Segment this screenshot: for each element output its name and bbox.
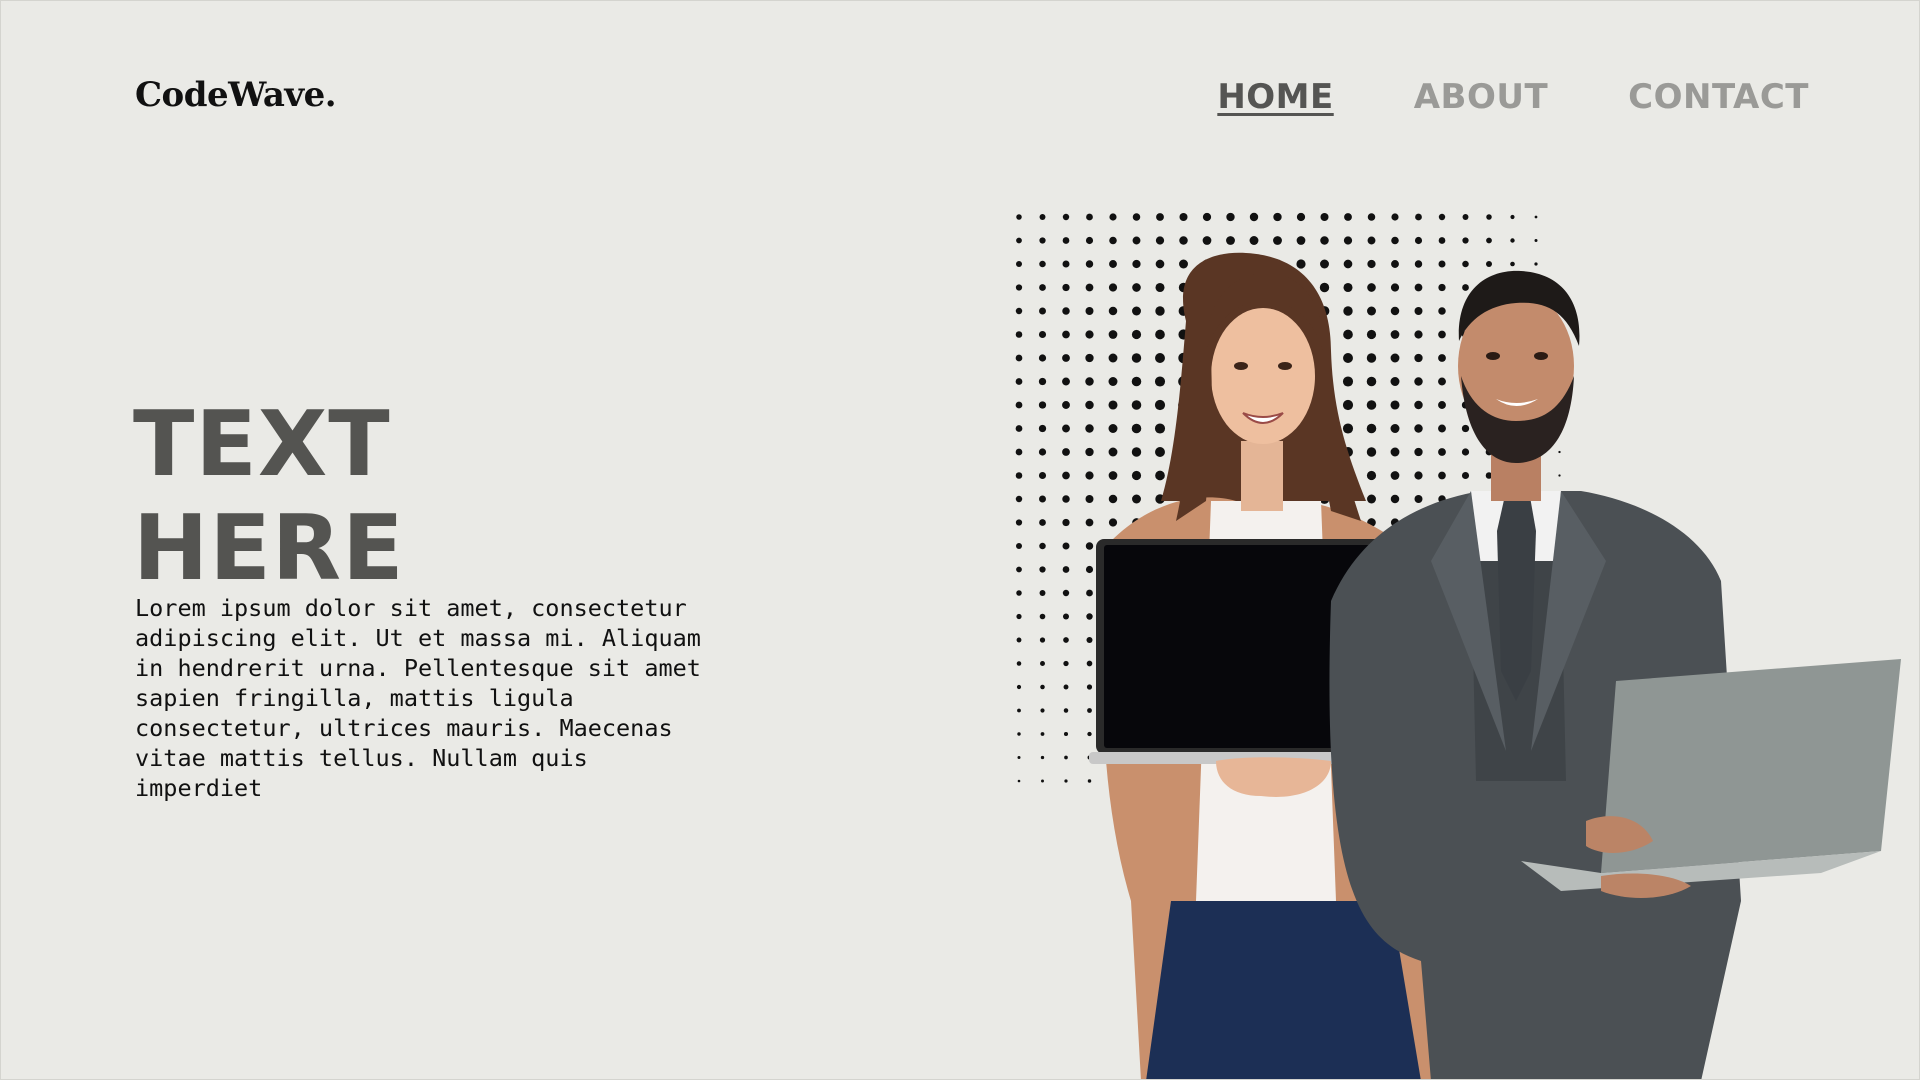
- brand-logo[interactable]: CodeWave.: [135, 75, 337, 115]
- people-with-laptops-illustration: [1089, 252, 1901, 1079]
- hero-title: TEXT HERE: [133, 393, 553, 601]
- hero-title-line-1: TEXT: [133, 392, 391, 497]
- main-nav: HOME ABOUT CONTACT: [1217, 77, 1809, 117]
- man-figure: [1329, 270, 1901, 1079]
- hero-description: Lorem ipsum dolor sit amet, consectetur …: [135, 594, 701, 802]
- nav-about-link[interactable]: ABOUT: [1414, 77, 1548, 117]
- nav-home-link[interactable]: HOME: [1217, 77, 1333, 117]
- nav-contact-link[interactable]: CONTACT: [1628, 77, 1809, 117]
- hero-title-line-2: HERE: [133, 496, 405, 601]
- page: CodeWave. HOME ABOUT CONTACT TEXT HERE L…: [0, 0, 1920, 1080]
- hero-image: [1001, 201, 1919, 1079]
